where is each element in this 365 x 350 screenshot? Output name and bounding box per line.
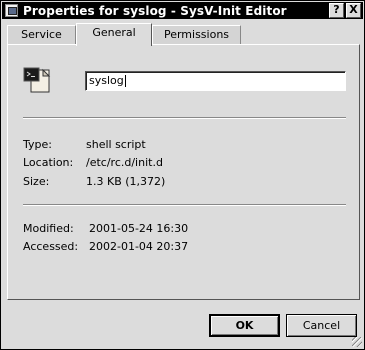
location-value: /etc/rc.d/init.d bbox=[86, 156, 163, 169]
size-label: Size: bbox=[23, 175, 50, 188]
modified-value: 2001-05-24 16:30 bbox=[89, 222, 189, 235]
tab-bar: Service General Permissions bbox=[7, 23, 359, 46]
size-value: 1.3 KB (1,372) bbox=[86, 175, 166, 188]
modified-label: Modified: bbox=[23, 222, 74, 235]
tab-service[interactable]: Service bbox=[7, 25, 76, 45]
type-value: shell script bbox=[86, 138, 146, 151]
script-file-icon bbox=[23, 67, 51, 93]
separator bbox=[23, 117, 346, 119]
title-bar[interactable]: Properties for syslog - SysV-Init Editor… bbox=[2, 2, 363, 19]
separator bbox=[23, 204, 346, 206]
ok-button[interactable]: OK bbox=[209, 314, 280, 337]
properties-dialog: Properties for syslog - SysV-Init Editor… bbox=[0, 0, 365, 350]
accessed-value: 2002-01-04 20:37 bbox=[89, 240, 189, 253]
location-label: Location: bbox=[23, 156, 74, 169]
text-caret bbox=[124, 75, 126, 87]
app-icon bbox=[5, 4, 18, 17]
name-field-value: syslog bbox=[89, 74, 124, 87]
help-button[interactable]: ? bbox=[329, 3, 344, 18]
accessed-label: Accessed: bbox=[23, 240, 79, 253]
cancel-button[interactable]: Cancel bbox=[286, 314, 357, 337]
tab-general[interactable]: General bbox=[76, 23, 152, 46]
name-field[interactable]: syslog bbox=[85, 71, 346, 91]
window-title: Properties for syslog - SysV-Init Editor bbox=[23, 3, 287, 18]
close-button[interactable]: X bbox=[346, 3, 361, 18]
type-label: Type: bbox=[23, 138, 52, 151]
resize-grip[interactable] bbox=[352, 337, 362, 347]
tab-permissions[interactable]: Permissions bbox=[152, 25, 241, 45]
